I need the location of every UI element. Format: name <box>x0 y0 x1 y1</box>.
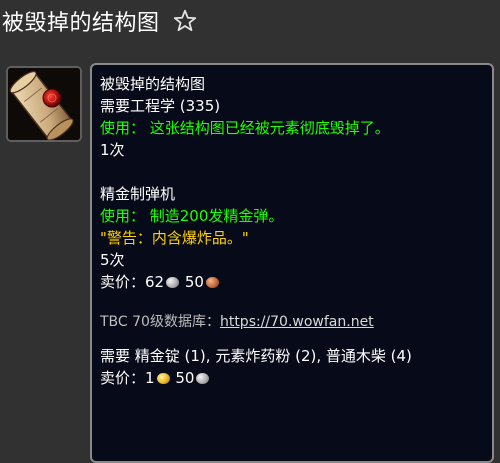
sell-gold-amount: 1 <box>145 369 155 387</box>
source-link[interactable]: https://70.wowfan.net <box>220 314 374 330</box>
sell-price-2-label: 卖价： <box>100 369 146 387</box>
sell-price-2: 卖价：1 50 <box>100 367 484 389</box>
recipe-use-effect: 使用： 制造200发精金弹。 <box>100 207 284 225</box>
recipe-charges: 5次 <box>100 251 125 269</box>
gold-coin-icon <box>156 373 170 384</box>
silver-coin-icon <box>196 373 210 384</box>
source-line: TBC 70级数据库：https://70.wowfan.net <box>100 311 484 333</box>
recipe-item-name: 精金制弹机 <box>100 185 176 203</box>
scroll-blueprint-icon <box>8 68 80 140</box>
copper-coin-icon <box>205 277 219 288</box>
charges: 1次 <box>100 141 125 159</box>
recipe-warning: "警告：内含爆炸品。" <box>100 229 249 247</box>
sell-silver-amount-2: 50 <box>175 369 195 387</box>
item-tooltip: 被毁掉的结构图 需要工程学 (335) 使用： 这张结构图已经被元素彻底毁掉了。… <box>90 63 494 463</box>
star-outline-icon[interactable] <box>172 8 198 34</box>
sell-copper-amount: 50 <box>184 273 204 291</box>
profession-requirement: 需要工程学 (335) <box>100 97 221 115</box>
use-effect: 使用： 这张结构图已经被元素彻底毁掉了。 <box>100 119 390 137</box>
sell-price-label: 卖价： <box>100 273 146 291</box>
page-title: 被毁掉的结构图 <box>2 11 160 36</box>
source-label: TBC 70级数据库： <box>100 314 220 330</box>
reagents: 需要 精金锭 (1), 元素炸药粉 (2), 普通木柴 (4) <box>100 347 412 365</box>
item-icon[interactable] <box>6 66 82 142</box>
sell-price: 卖价：62 50 <box>100 271 484 293</box>
silver-coin-icon <box>166 277 180 288</box>
sell-silver-amount: 62 <box>145 273 165 291</box>
title-bar: 被毁掉的结构图 <box>0 0 500 42</box>
item-name: 被毁掉的结构图 <box>100 75 206 93</box>
